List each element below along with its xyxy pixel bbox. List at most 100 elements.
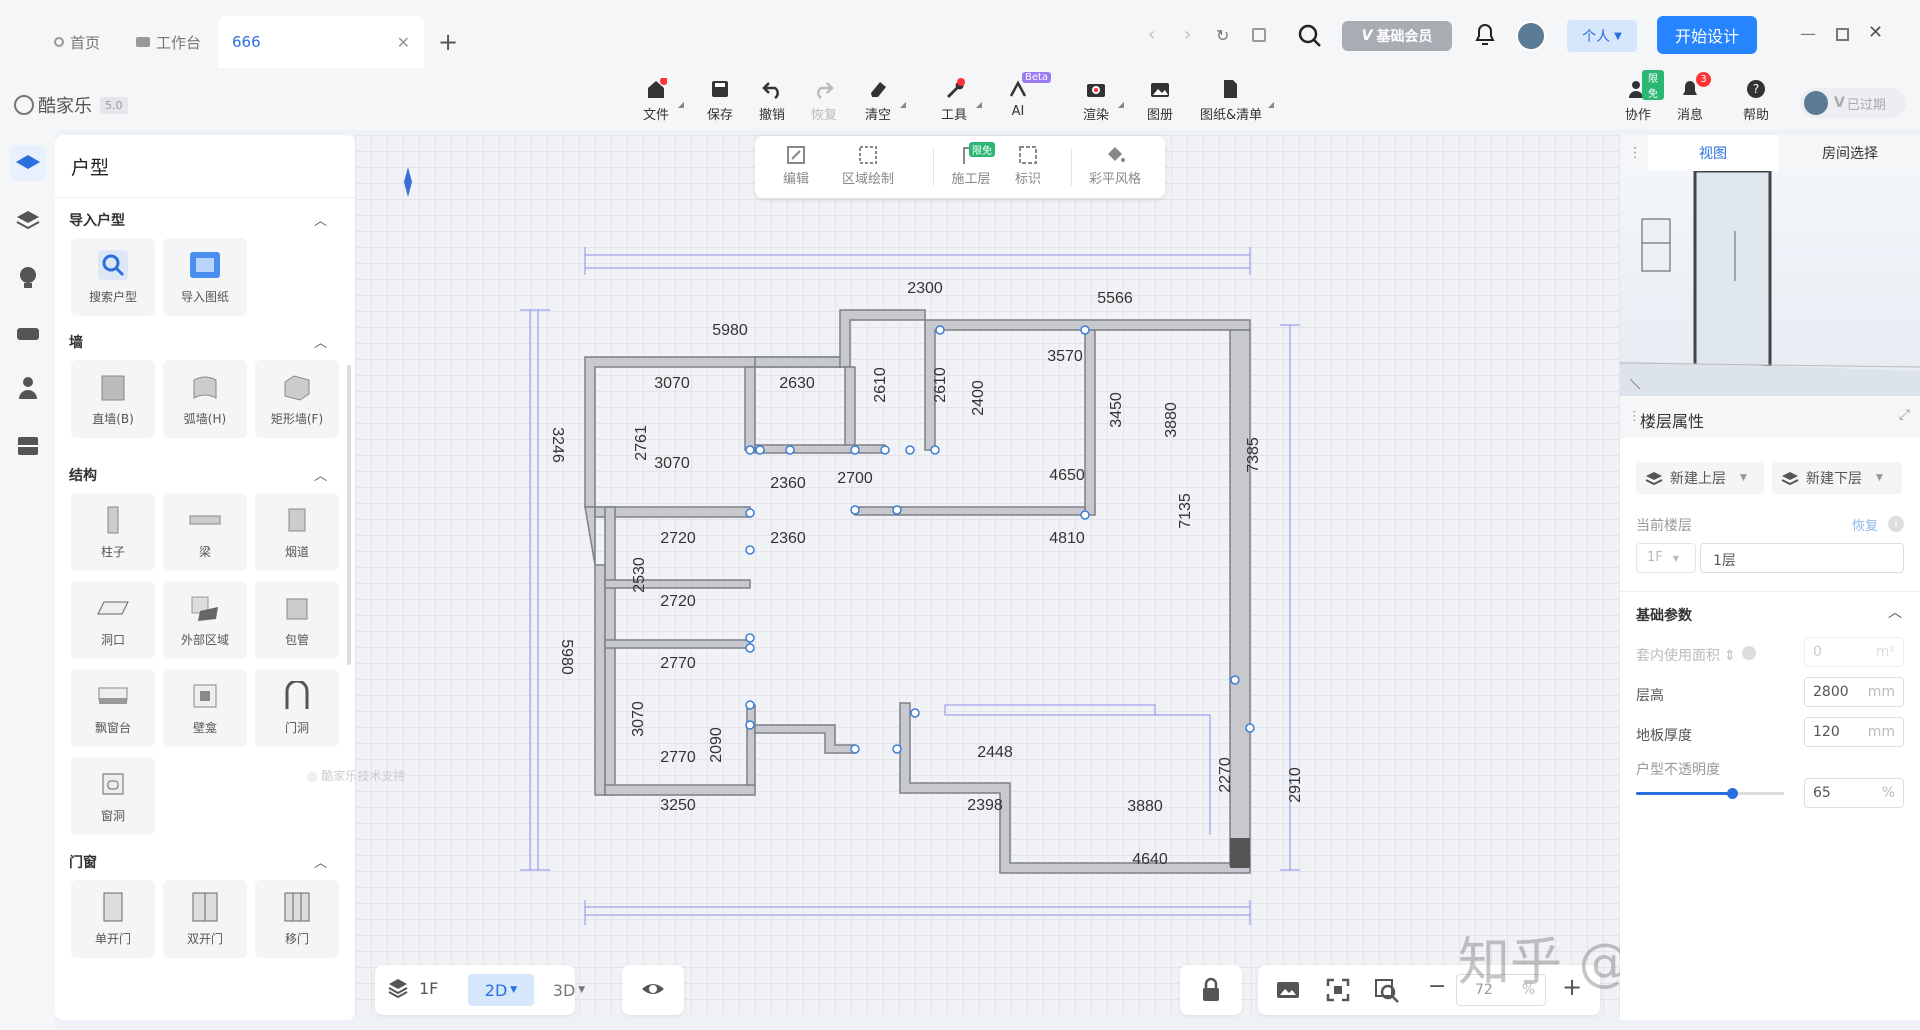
redo-button[interactable]: 恢复 (798, 78, 850, 123)
outer-area-tile[interactable]: 外部区域 (163, 581, 247, 659)
window-opening-tile[interactable]: 窗洞 (71, 757, 155, 835)
image-icon[interactable] (1276, 980, 1300, 1000)
forward-icon[interactable]: › (1184, 24, 1191, 45)
rail-lighting[interactable] (10, 260, 46, 296)
bay-window-tile[interactable]: 飘窗台 (71, 669, 155, 747)
double-door-tile[interactable]: 双开门 (163, 880, 247, 958)
collab-button[interactable]: 协作 限免 (1612, 70, 1664, 123)
tab-room-select[interactable]: 房间选择 (1780, 135, 1920, 171)
search-floorplan-tile[interactable]: 搜索户型 (71, 238, 155, 316)
rail-furniture[interactable] (10, 315, 46, 351)
preview-3d[interactable] (1620, 171, 1920, 396)
niche-tile[interactable]: 壁龛 (163, 669, 247, 747)
rail-layers[interactable] (10, 202, 46, 238)
new-tab-plus-icon[interactable]: + (438, 28, 458, 56)
new-lower-floor-button[interactable]: 新建下层 ▼ (1772, 462, 1902, 494)
minimize-icon[interactable]: — (1800, 24, 1816, 43)
chevron-up-icon[interactable]: ︿ (314, 852, 327, 871)
chevron-up-icon[interactable]: ︿ (314, 465, 327, 484)
tab-home[interactable]: 首页 (54, 16, 100, 68)
expand-icon[interactable]: ⤢ (1899, 407, 1910, 423)
personal-dropdown[interactable]: 个人 ▼ (1567, 20, 1637, 52)
import-drawing-tile[interactable]: 导入图纸 (163, 238, 247, 316)
chevron-up-icon[interactable]: ︿ (1888, 602, 1902, 622)
design-canvas[interactable]: 2300 5566 5980 3246 3070 2630 2610 2610 2400 3570… (307, 135, 1620, 1015)
album-button[interactable]: 图册 (1134, 78, 1186, 123)
mode-2d-button[interactable]: 2D ▼ (468, 974, 534, 1006)
clear-button[interactable]: 清空 ◢ (852, 78, 906, 123)
messages-button[interactable]: 消息 3 (1664, 72, 1716, 123)
save-button[interactable]: 保存 (694, 78, 746, 123)
info-icon[interactable] (1741, 646, 1756, 660)
color-style-tool[interactable]: 彩平风格 (1083, 144, 1147, 187)
account-expired[interactable]: V 已过期 (1800, 88, 1906, 118)
arc-wall-tile[interactable]: 弧墙(H) (163, 360, 247, 438)
straight-wall-tile[interactable]: 直墙(B) (71, 360, 155, 438)
inner-area-input[interactable]: 0 m² (1804, 637, 1904, 667)
opacity-slider[interactable] (1636, 788, 1784, 799)
rail-cabinet[interactable] (10, 428, 46, 464)
construction-layer-tool[interactable]: 施工层 限免 (941, 142, 1001, 187)
opening-tile[interactable]: 洞口 (71, 581, 155, 659)
slab-input[interactable]: 120 mm (1804, 717, 1904, 747)
opacity-input[interactable]: 65% (1804, 778, 1904, 808)
render-button[interactable]: 渲染 ◢ (1070, 78, 1124, 123)
zoom-area-icon[interactable] (1374, 978, 1400, 1004)
door-opening-tile[interactable]: 门洞 (255, 669, 339, 747)
restore-icon[interactable] (1836, 28, 1849, 41)
undo-button[interactable]: 撤销 (746, 78, 798, 123)
chevron-up-icon[interactable]: ︿ (314, 210, 327, 229)
mark-tool[interactable]: 标识 (1005, 144, 1051, 187)
rail-floorplan[interactable] (10, 145, 46, 181)
user-avatar[interactable] (1516, 21, 1546, 51)
edit-tool[interactable]: 编辑 (771, 144, 821, 187)
mode-3d-button[interactable]: 3D ▼ (544, 974, 594, 1006)
restore-link[interactable]: 恢复 (1852, 515, 1878, 534)
sliding-door-tile[interactable]: 移门 (255, 880, 339, 958)
rect-wall-tile[interactable]: 矩形墙(F) (255, 360, 339, 438)
tab-view[interactable]: 视图 (1648, 135, 1778, 171)
lock-button[interactable] (1180, 965, 1242, 1015)
refresh-icon[interactable]: ↻ (1216, 26, 1229, 45)
floor-code-select[interactable]: 1F ▼ (1636, 543, 1696, 573)
chevron-up-icon[interactable]: ︿ (314, 332, 327, 351)
floor-name-input[interactable]: 1层 (1700, 543, 1904, 573)
new-upper-floor-button[interactable]: 新建上层 ▼ (1636, 462, 1764, 494)
drawings-button[interactable]: 图纸&清单 ◢ (1200, 78, 1274, 123)
tab-workbench[interactable]: 工作台 (136, 16, 201, 68)
area-draw-tool[interactable]: 区域绘制 (833, 144, 903, 187)
floor-plan-drawing[interactable]: 2300 5566 5980 3246 3070 2630 2610 2610 2400 3570… (355, 135, 1620, 1015)
visibility-button[interactable] (622, 965, 684, 1015)
fit-view-icon[interactable] (1326, 978, 1350, 1002)
icon-rail (0, 130, 55, 1030)
height-input[interactable]: 2800 mm (1804, 677, 1904, 707)
info-icon[interactable]: i (1888, 516, 1904, 532)
close-window-icon[interactable]: ✕ (1868, 22, 1883, 43)
start-design-button[interactable]: 开始设计 (1657, 16, 1757, 54)
beam-tile[interactable]: 梁 (163, 493, 247, 571)
panel-scrollbar[interactable] (347, 365, 351, 665)
flue-tile[interactable]: 烟道 (255, 493, 339, 571)
floor-switch[interactable]: 1F (387, 977, 438, 999)
current-floor-label: 当前楼层 (1636, 518, 1692, 534)
back-icon[interactable]: ‹ (1148, 24, 1155, 45)
single-door-tile[interactable]: 单开门 (71, 880, 155, 958)
help-button[interactable]: ? 帮助 (1730, 78, 1782, 123)
window-copy-icon[interactable] (1252, 28, 1266, 42)
home-file-icon (648, 78, 667, 98)
zoom-out-button[interactable]: − (1428, 974, 1446, 999)
rail-person[interactable] (10, 370, 46, 406)
tools-button[interactable]: 工具 ◢ (928, 78, 982, 123)
drag-handle-icon[interactable]: ⋮ (1628, 145, 1642, 161)
opacity-slider-knob[interactable] (1727, 788, 1739, 799)
search-icon[interactable] (1297, 23, 1323, 49)
wall-endpoints[interactable] (745, 325, 1255, 754)
column-tile[interactable]: 柱子 (71, 493, 155, 571)
close-tab-icon[interactable]: ✕ (397, 33, 410, 52)
bell-icon[interactable] (1473, 22, 1497, 48)
vip-badge[interactable]: V 基础会员 (1342, 21, 1452, 51)
pipe-box-tile[interactable]: 包管 (255, 581, 339, 659)
tab-666[interactable]: 666 ✕ (218, 16, 424, 68)
ai-button[interactable]: AI Beta (992, 72, 1052, 119)
file-button[interactable]: 文件 ◢ (630, 78, 684, 123)
